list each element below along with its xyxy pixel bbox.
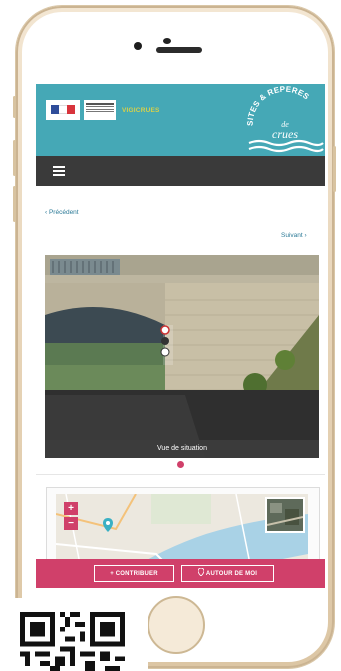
volume-up-button <box>13 140 16 176</box>
contribute-button[interactable]: + CONTRIBUER <box>94 565 174 582</box>
site-photo[interactable] <box>45 255 319 458</box>
hamburger-menu-icon[interactable] <box>53 166 65 176</box>
side-button <box>13 96 16 118</box>
carousel-indicator[interactable] <box>177 461 184 468</box>
brand-crues-text: crues <box>272 127 298 141</box>
brand-arc-text: SITES & REPÈRES <box>246 86 311 126</box>
section-divider <box>36 474 325 475</box>
ministry-logo <box>84 100 116 120</box>
earpiece-speaker <box>156 47 202 53</box>
zoom-in-button[interactable]: + <box>64 502 78 515</box>
qr-code-icon <box>20 612 125 671</box>
proximity-sensor <box>163 38 171 44</box>
sites-reperes-crues-logo[interactable]: SITES & REPÈRES de crues <box>241 86 325 156</box>
vigicrues-logo[interactable]: VIGICRUES <box>122 107 160 114</box>
government-logo <box>46 100 80 120</box>
location-pin-icon <box>197 567 205 577</box>
next-link[interactable]: Suivant › <box>281 232 307 239</box>
volume-down-button <box>13 186 16 222</box>
map-pin-icon[interactable] <box>103 518 113 532</box>
nav-bar <box>36 156 325 186</box>
app-screen: VIGICRUES SITES & REPÈRES de crues ‹ Pré… <box>36 84 325 588</box>
zoom-out-button[interactable]: − <box>64 517 78 530</box>
front-camera <box>134 42 142 50</box>
home-button[interactable] <box>147 596 205 654</box>
around-me-button[interactable]: AUTOUR DE MOI <box>181 565 274 582</box>
power-button <box>333 146 336 192</box>
satellite-layer-toggle[interactable] <box>265 497 305 533</box>
photo-caption: Vue de situation <box>157 445 207 452</box>
previous-link[interactable]: ‹ Précédent <box>45 209 79 216</box>
around-me-label: AUTOUR DE MOI <box>205 571 258 577</box>
